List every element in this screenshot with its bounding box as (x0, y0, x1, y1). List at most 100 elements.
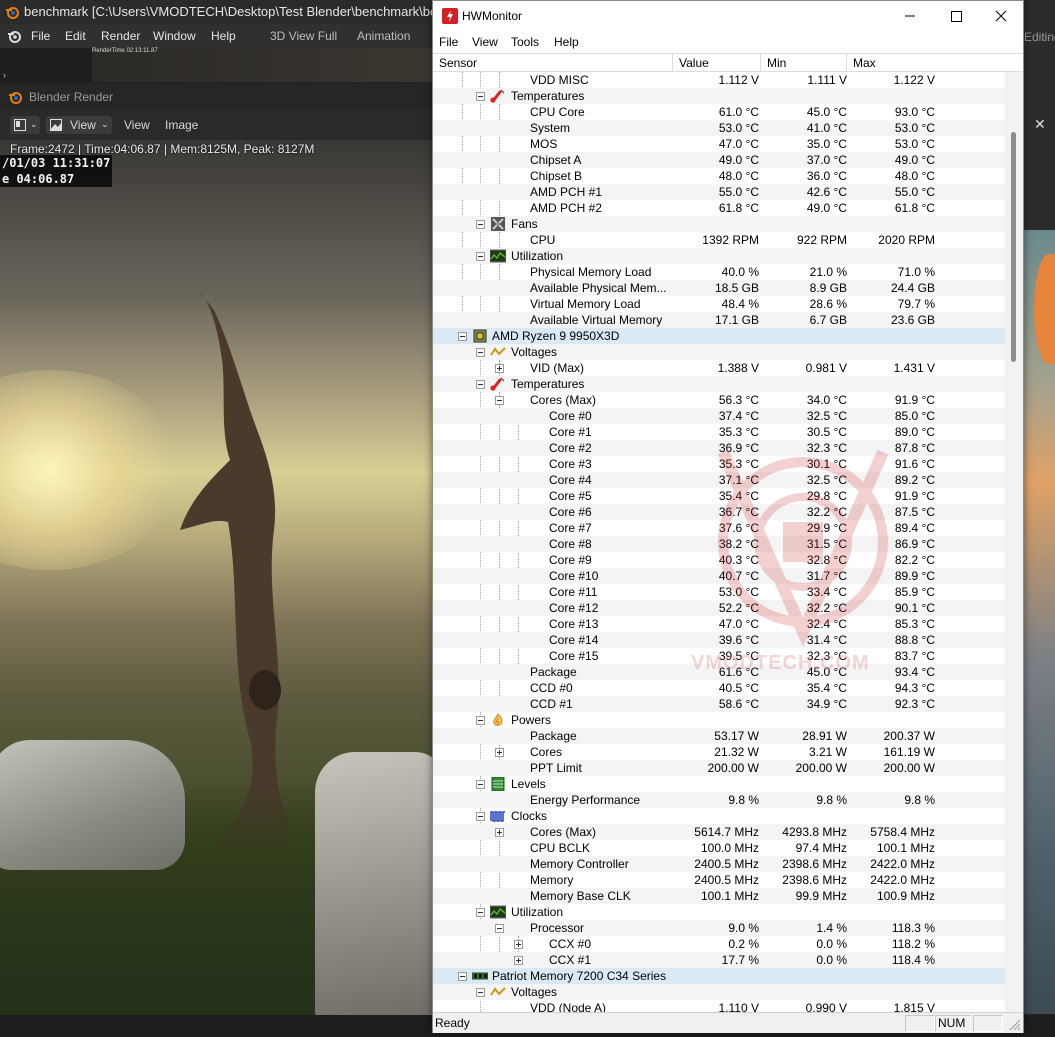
sensor-row[interactable]: Available Physical Mem... 18.5 GB 8.9 GB 24… (433, 280, 1005, 296)
blender-menu-edit[interactable]: Edit (65, 24, 86, 48)
column-header-value[interactable]: Value (673, 54, 761, 72)
sensor-row[interactable]: Energy Performance 9.8 % 9.8 % 9.8 % (433, 792, 1005, 808)
sensor-row[interactable]: Core #4 37.1 °C 32.5 °C 89.2 °C (433, 472, 1005, 488)
sensor-row[interactable]: Physical Memory Load 40.0 % 21.0 % 71.0 % (433, 264, 1005, 280)
sensor-row[interactable]: Chipset A 49.0 °C 37.0 °C 49.0 °C (433, 152, 1005, 168)
blender-menu-render[interactable]: Render (101, 24, 140, 48)
collapse-icon[interactable] (476, 780, 485, 789)
workspace-tab-editing[interactable]: Editing (1024, 30, 1055, 44)
sensor-row[interactable]: Core #14 39.6 °C 31.4 °C 88.8 °C (433, 632, 1005, 648)
editor-type-dropdown[interactable]: ⌄ (10, 116, 40, 134)
blender-logo-icon[interactable] (7, 29, 21, 43)
sensor-row[interactable]: Core #12 52.2 °C 32.2 °C 90.1 °C (433, 600, 1005, 616)
sensor-row[interactable]: CCD #1 58.6 °C 34.9 °C 92.3 °C (433, 696, 1005, 712)
collapse-icon[interactable] (476, 988, 485, 997)
chevron-right-icon[interactable]: › (3, 70, 6, 80)
sensor-row[interactable]: PPT Limit 200.00 W 200.00 W 200.00 W (433, 760, 1005, 776)
sensor-row[interactable]: Core #13 47.0 °C 32.4 °C 85.3 °C (433, 616, 1005, 632)
tree-node-row[interactable]: Voltages (433, 984, 1005, 1000)
sensor-row[interactable]: AMD PCH #1 55.0 °C 42.6 °C 55.0 °C (433, 184, 1005, 200)
sensor-row[interactable]: VID (Max) 1.388 V 0.981 V 1.431 V (433, 360, 1005, 376)
collapse-icon[interactable] (476, 348, 485, 357)
sensor-row[interactable]: Processor 9.0 % 1.4 % 118.3 % (433, 920, 1005, 936)
column-header-sensor[interactable]: Sensor (433, 54, 673, 72)
sensor-row[interactable]: CCD #0 40.5 °C 35.4 °C 94.3 °C (433, 680, 1005, 696)
blender-menu-file[interactable]: File (31, 24, 50, 48)
vertical-scrollbar[interactable] (1005, 72, 1023, 1012)
toolbar-menu-view[interactable]: View (124, 110, 150, 140)
tree-node-row[interactable]: Fans (433, 216, 1005, 232)
sensor-row[interactable]: CPU 1392 RPM 922 RPM 2020 RPM (433, 232, 1005, 248)
tree-node-row[interactable]: Temperatures (433, 88, 1005, 104)
sensor-row[interactable]: Memory Base CLK 100.1 MHz 99.9 MHz 100.9 MH… (433, 888, 1005, 904)
minimize-button[interactable] (887, 1, 933, 31)
sensor-row[interactable]: Core #10 40.7 °C 31.7 °C 89.9 °C (433, 568, 1005, 584)
sensor-row[interactable]: CPU Core 61.0 °C 45.0 °C 93.0 °C (433, 104, 1005, 120)
sensor-row[interactable]: Core #8 38.2 °C 31.5 °C 86.9 °C (433, 536, 1005, 552)
hwmonitor-title-bar[interactable]: HWMonitor (433, 1, 1023, 31)
sensor-row[interactable]: Core #3 35.3 °C 30.1 °C 91.6 °C (433, 456, 1005, 472)
close-icon[interactable]: ✕ (1034, 116, 1046, 133)
sensor-row[interactable]: AMD PCH #2 61.8 °C 49.0 °C 61.8 °C (433, 200, 1005, 216)
column-header-max[interactable]: Max (847, 54, 1023, 72)
sensor-row[interactable]: Chipset B 48.0 °C 36.0 °C 48.0 °C (433, 168, 1005, 184)
sensor-row[interactable]: Core #0 37.4 °C 32.5 °C 85.0 °C (433, 408, 1005, 424)
collapse-icon[interactable] (458, 332, 467, 341)
sensor-row[interactable]: VDD MISC 1.112 V 1.111 V 1.122 V (433, 72, 1005, 88)
sensor-row[interactable]: Memory Controller 2400.5 MHz 2398.6 MHz 242… (433, 856, 1005, 872)
tree-node-row[interactable]: Utilization (433, 248, 1005, 264)
expand-icon[interactable] (495, 828, 504, 837)
expand-icon[interactable] (514, 940, 523, 949)
menu-help[interactable]: Help (554, 31, 579, 53)
collapse-icon[interactable] (458, 972, 467, 981)
sensor-row[interactable]: VDD (Node A) 1.110 V 0.990 V 1.815 V (433, 1000, 1005, 1012)
menu-view[interactable]: View (472, 31, 498, 53)
blender-menu-help[interactable]: Help (211, 24, 236, 48)
sensor-row[interactable]: Virtual Memory Load 48.4 % 28.6 % 79.7 % (433, 296, 1005, 312)
sensor-row[interactable]: CCX #0 0.2 % 0.0 % 118.2 % (433, 936, 1005, 952)
tree-node-row[interactable]: Utilization (433, 904, 1005, 920)
maximize-button[interactable] (933, 1, 979, 31)
collapse-icon[interactable] (476, 220, 485, 229)
expand-icon[interactable] (514, 956, 523, 965)
sensor-row[interactable]: CPU BCLK 100.0 MHz 97.4 MHz 100.1 MHz (433, 840, 1005, 856)
collapse-icon[interactable] (495, 396, 504, 405)
tree-node-row[interactable]: Voltages (433, 344, 1005, 360)
blender-menu-window[interactable]: Window (153, 24, 196, 48)
tree-node-row[interactable]: Powers (433, 712, 1005, 728)
expand-icon[interactable] (495, 748, 504, 757)
sensor-row[interactable]: Core #7 37.6 °C 29.9 °C 89.4 °C (433, 520, 1005, 536)
tree-node-row[interactable]: Clocks (433, 808, 1005, 824)
tree-node-row[interactable]: AMD Ryzen 9 9950X3D (433, 328, 1005, 344)
collapse-icon[interactable] (476, 252, 485, 261)
collapse-icon[interactable] (476, 716, 485, 725)
collapse-icon[interactable] (476, 92, 485, 101)
view-mode-dropdown[interactable]: View ⌄ (46, 116, 112, 134)
sensor-row[interactable]: Cores (Max) 5614.7 MHz 4293.8 MHz 5758.4 MH… (433, 824, 1005, 840)
close-button[interactable] (978, 1, 1024, 31)
menu-file[interactable]: File (439, 31, 458, 53)
scrollbar-thumb[interactable] (1011, 132, 1016, 362)
workspace-tab-3d-view-full[interactable]: 3D View Full (270, 24, 337, 48)
resize-grip-icon[interactable] (1009, 1019, 1021, 1031)
sensor-row[interactable]: MOS 47.0 °C 35.0 °C 53.0 °C (433, 136, 1005, 152)
collapse-icon[interactable] (476, 908, 485, 917)
sensor-row[interactable]: Core #11 53.0 °C 33.4 °C 85.9 °C (433, 584, 1005, 600)
sensor-row[interactable]: Package 53.17 W 28.91 W 200.37 W (433, 728, 1005, 744)
sensor-row[interactable]: Available Virtual Memory 17.1 GB 6.7 GB 23.… (433, 312, 1005, 328)
sensor-row[interactable]: Cores (Max) 56.3 °C 34.0 °C 91.9 °C (433, 392, 1005, 408)
sensor-row[interactable]: System 53.0 °C 41.0 °C 53.0 °C (433, 120, 1005, 136)
sensor-row[interactable]: Core #9 40.3 °C 32.8 °C 82.2 °C (433, 552, 1005, 568)
collapse-icon[interactable] (476, 812, 485, 821)
sensor-row[interactable]: Memory 2400.5 MHz 2398.6 MHz 2422.0 MHz (433, 872, 1005, 888)
tree-node-row[interactable]: Levels (433, 776, 1005, 792)
sensor-row[interactable]: Core #1 35.3 °C 30.5 °C 89.0 °C (433, 424, 1005, 440)
sensor-row[interactable]: CCX #1 17.7 % 0.0 % 118.4 % (433, 952, 1005, 968)
sensor-row[interactable]: Core #5 35.4 °C 29.8 °C 91.9 °C (433, 488, 1005, 504)
expand-icon[interactable] (495, 364, 504, 373)
sensor-row[interactable]: Core #2 36.9 °C 32.3 °C 87.8 °C (433, 440, 1005, 456)
sensor-row[interactable]: Core #15 39.5 °C 32.3 °C 83.7 °C (433, 648, 1005, 664)
sensor-row[interactable]: Core #6 36.7 °C 32.2 °C 87.5 °C (433, 504, 1005, 520)
tree-node-row[interactable]: Patriot Memory 7200 C34 Series (433, 968, 1005, 984)
sensor-row[interactable]: Cores 21.32 W 3.21 W 161.19 W (433, 744, 1005, 760)
